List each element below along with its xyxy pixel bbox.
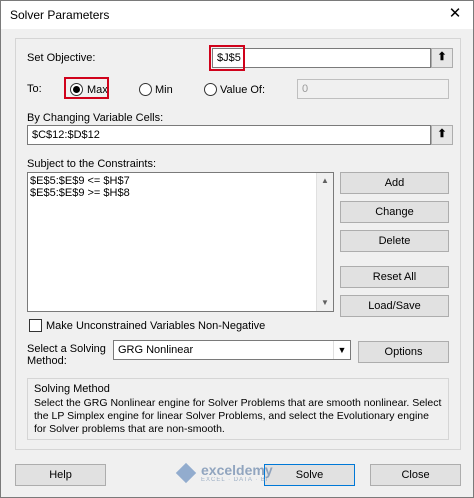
chevron-down-icon[interactable]: ▼ bbox=[333, 341, 350, 359]
min-radio-label: Min bbox=[155, 84, 173, 96]
exceldemy-logo-icon bbox=[175, 462, 197, 484]
arrow-up-icon: ⬆ bbox=[437, 51, 447, 63]
change-button[interactable]: Change bbox=[340, 201, 449, 223]
window-title: Solver Parameters bbox=[10, 8, 110, 22]
objective-collapse-button[interactable]: ⬆ bbox=[431, 48, 453, 68]
delete-button[interactable]: Delete bbox=[340, 230, 449, 252]
watermark-name: exceldemy bbox=[201, 462, 273, 478]
title-bar: Solver Parameters ✕ bbox=[1, 1, 473, 29]
arrow-up-icon: ⬆ bbox=[437, 128, 447, 140]
solving-method-title: Solving Method bbox=[34, 383, 110, 395]
value-of-input[interactable]: 0 bbox=[297, 79, 449, 99]
solving-method-select[interactable]: GRG Nonlinear ▼ bbox=[113, 340, 351, 360]
constraints-scrollbar[interactable]: ▲ ▼ bbox=[316, 173, 333, 311]
method-label-line2: Method: bbox=[27, 355, 67, 367]
solver-dialog: Solver Parameters ✕ Set Objective: $J$5 … bbox=[0, 0, 474, 498]
scroll-down-icon[interactable]: ▼ bbox=[317, 295, 333, 311]
non-negative-checkbox[interactable] bbox=[29, 319, 42, 332]
help-button[interactable]: Help bbox=[15, 464, 106, 486]
constraints-label: Subject to the Constraints: bbox=[27, 158, 157, 170]
objective-label: Set Objective: bbox=[27, 52, 96, 64]
solving-method-box: Solving Method Select the GRG Nonlinear … bbox=[27, 378, 449, 440]
scroll-up-icon[interactable]: ▲ bbox=[317, 173, 333, 189]
changing-cells-collapse-button[interactable]: ⬆ bbox=[431, 125, 453, 145]
close-icon[interactable]: ✕ bbox=[447, 6, 463, 22]
list-item[interactable]: $E$5:$E$9 >= $H$8 bbox=[30, 187, 130, 199]
value-of-radio[interactable] bbox=[204, 83, 217, 96]
to-label: To: bbox=[27, 83, 42, 95]
solving-method-value: GRG Nonlinear bbox=[118, 344, 194, 356]
method-label-line1: Select a Solving bbox=[27, 343, 106, 355]
max-highlight bbox=[64, 77, 109, 99]
changing-cells-input[interactable]: $C$12:$D$12 bbox=[27, 125, 431, 145]
add-button[interactable]: Add bbox=[340, 172, 449, 194]
reset-all-button[interactable]: Reset All bbox=[340, 266, 449, 288]
objective-highlight bbox=[209, 45, 245, 71]
options-button[interactable]: Options bbox=[358, 341, 449, 363]
list-item[interactable]: $E$5:$E$9 <= $H$7 bbox=[30, 175, 130, 187]
watermark-tagline: EXCEL · DATA · BI bbox=[201, 477, 269, 483]
changing-cells-value: $C$12:$D$12 bbox=[32, 129, 100, 141]
value-of-value: 0 bbox=[302, 83, 309, 95]
load-save-button[interactable]: Load/Save bbox=[340, 295, 449, 317]
min-radio[interactable] bbox=[139, 83, 152, 96]
constraints-list[interactable]: $E$5:$E$9 <= $H$7 $E$5:$E$9 >= $H$8 ▲ ▼ bbox=[27, 172, 334, 312]
close-button[interactable]: Close bbox=[370, 464, 461, 486]
changing-cells-label: By Changing Variable Cells: bbox=[27, 112, 164, 124]
value-of-radio-label: Value Of: bbox=[220, 84, 266, 96]
watermark: exceldemy EXCEL · DATA · BI bbox=[175, 462, 303, 488]
solving-method-description: Select the GRG Nonlinear engine for Solv… bbox=[34, 397, 442, 435]
non-negative-label: Make Unconstrained Variables Non-Negativ… bbox=[46, 320, 266, 332]
